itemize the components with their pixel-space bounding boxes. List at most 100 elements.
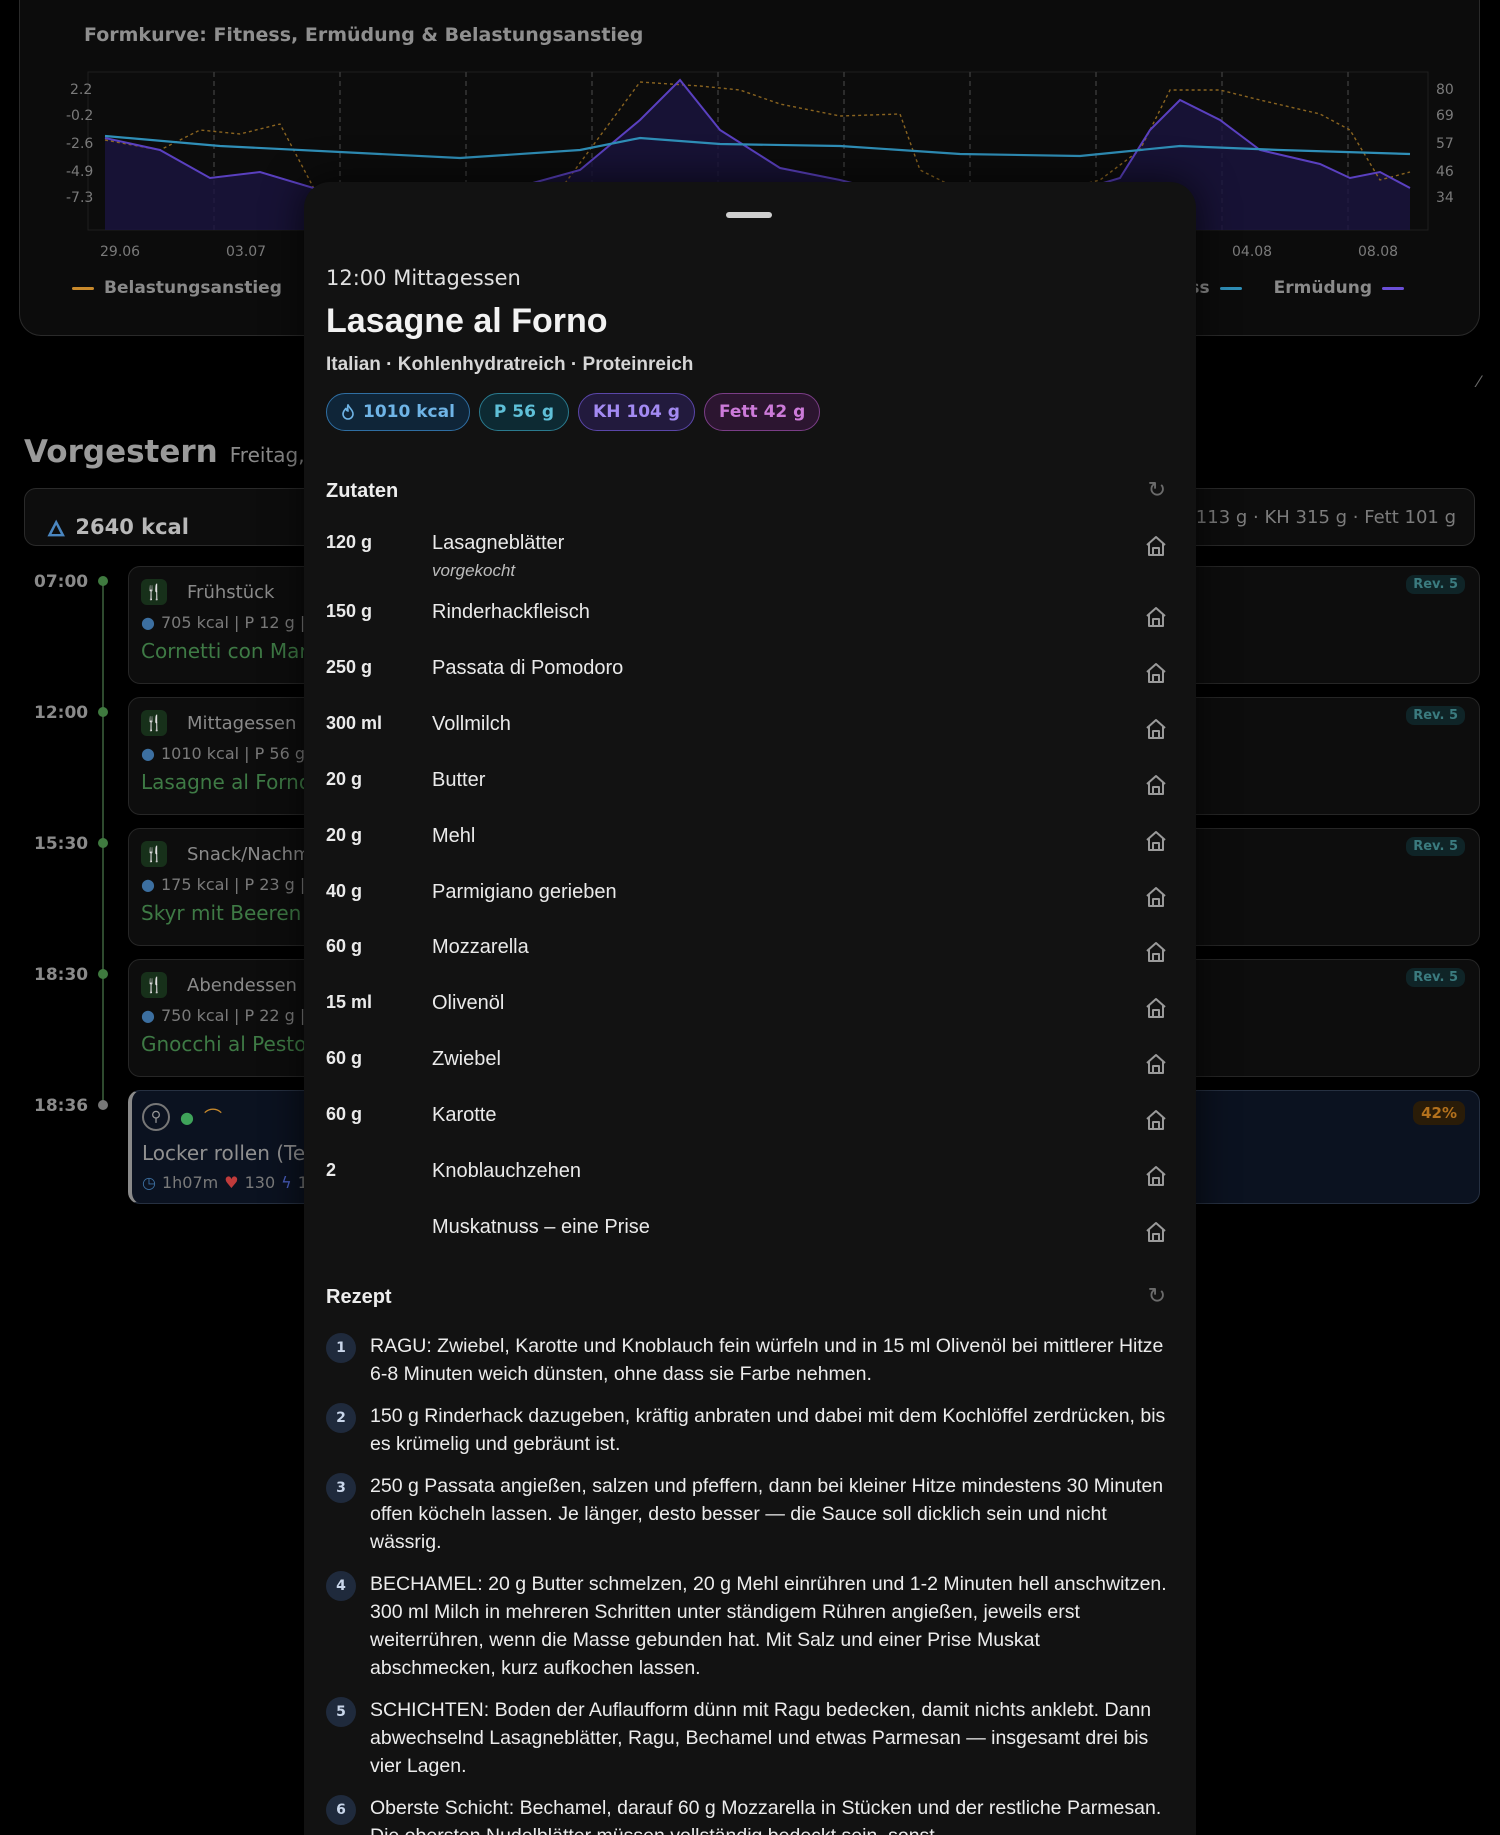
pepper-icon: ⌒ bbox=[203, 1108, 222, 1129]
meal-macros: ● 175 kcal | P 23 g | K bbox=[141, 875, 321, 894]
home-pantry-icon[interactable] bbox=[1144, 717, 1168, 741]
bike-icon: ⚲ bbox=[142, 1103, 170, 1131]
meal-type: Abendessen bbox=[187, 975, 297, 996]
summary-macros: P 113 g · KH 315 g · Fett 101 g bbox=[1179, 507, 1456, 528]
workout-name: Locker rollen (Tes bbox=[142, 1141, 316, 1165]
chart-title: Formkurve: Fitness, Ermüdung & Belastung… bbox=[84, 24, 644, 46]
timeline-dot bbox=[98, 1100, 108, 1110]
carbs-pill: KH 104 g bbox=[578, 393, 695, 431]
ingredient-name: Knoblauchzehen bbox=[432, 1160, 582, 1182]
home-pantry-icon[interactable] bbox=[1144, 829, 1168, 853]
timeline-dot bbox=[98, 707, 108, 717]
workout-hr: 130 bbox=[244, 1173, 276, 1192]
y-left-tick: -2.6 bbox=[66, 136, 93, 152]
step-text: 150 g Rinderhack dazugeben, kräftig anbr… bbox=[370, 1405, 1166, 1455]
home-pantry-icon[interactable] bbox=[1144, 1220, 1168, 1244]
summary-kcal-value: 2640 kcal bbox=[75, 514, 189, 539]
step-number: 1 bbox=[326, 1333, 356, 1363]
resize-handle-icon[interactable]: ⁄ bbox=[1477, 372, 1480, 391]
meal-macros: ● 750 kcal | P 22 g | K bbox=[141, 1006, 321, 1025]
macro-pills: 1010 kcal P 56 g KH 104 g Fett 42 g bbox=[326, 393, 821, 431]
revision-badge: Rev. 5 bbox=[1406, 837, 1465, 856]
fork-knife-icon: 🍴 bbox=[141, 579, 167, 605]
step-text: BECHAMEL: 20 g Butter schmelzen, 20 g Me… bbox=[370, 1573, 1167, 1679]
step-number: 5 bbox=[326, 1697, 356, 1727]
home-pantry-icon[interactable] bbox=[1144, 885, 1168, 909]
home-pantry-icon[interactable] bbox=[1144, 996, 1168, 1020]
refresh-icon[interactable]: ↻ bbox=[1148, 478, 1166, 503]
step-number: 2 bbox=[326, 1403, 356, 1433]
meal-macros-text: 1010 kcal | P 56 g | bbox=[160, 744, 316, 763]
workout-icons: ⚲ ● ⌒ bbox=[142, 1103, 222, 1131]
ingredient-quantity: 300 ml bbox=[326, 713, 383, 733]
revision-badge: Rev. 5 bbox=[1406, 575, 1465, 594]
home-pantry-icon[interactable] bbox=[1144, 534, 1168, 558]
ingredient-quantity: 40 g bbox=[326, 881, 363, 901]
meal-title: Lasagne al Forno bbox=[326, 302, 608, 340]
fork-knife-icon: 🍴 bbox=[141, 972, 167, 998]
step-text: SCHICHTEN: Boden der Auflaufform dünn mi… bbox=[370, 1699, 1152, 1777]
meal-name: Lasagne al Forno bbox=[141, 770, 312, 794]
y-right-tick: 46 bbox=[1436, 164, 1454, 180]
flame-icon: ● bbox=[141, 744, 155, 763]
timeline-time: 12:00 bbox=[34, 703, 89, 723]
home-pantry-icon[interactable] bbox=[1144, 773, 1168, 797]
ingredient-quantity: 15 ml bbox=[326, 992, 373, 1012]
ingredients-heading: Zutaten bbox=[326, 480, 399, 502]
ingredient-name: Vollmilch bbox=[432, 713, 511, 735]
step-number: 4 bbox=[326, 1571, 356, 1601]
home-pantry-icon[interactable] bbox=[1144, 1164, 1168, 1188]
step-text: Oberste Schicht: Bechamel, darauf 60 g M… bbox=[370, 1797, 1162, 1835]
x-tick: 08.08 bbox=[1358, 244, 1398, 260]
workout-percent-badge: 42% bbox=[1413, 1101, 1465, 1125]
ingredient-name: Mozzarella bbox=[432, 936, 529, 958]
step-text: 250 g Passata angießen, salzen und pfeff… bbox=[370, 1475, 1164, 1553]
flame-icon: ● bbox=[141, 1006, 155, 1025]
home-pantry-icon[interactable] bbox=[1144, 661, 1168, 685]
timeline-time: 18:30 bbox=[34, 965, 89, 985]
home-pantry-icon[interactable] bbox=[1144, 1108, 1168, 1132]
revision-badge: Rev. 5 bbox=[1406, 706, 1465, 725]
ingredient-name: Parmigiano gerieben bbox=[432, 881, 617, 903]
summary-kcal: 🜂 2640 kcal bbox=[47, 505, 189, 548]
flame-icon: 🜂 bbox=[47, 517, 66, 541]
y-left-tick: -4.9 bbox=[66, 164, 93, 180]
home-pantry-icon[interactable] bbox=[1144, 605, 1168, 629]
y-right-tick: 34 bbox=[1436, 190, 1454, 206]
ingredient-name: Rinderhackfleisch bbox=[432, 601, 590, 623]
ingredient-name: Muskatnuss – eine Prise bbox=[432, 1216, 650, 1238]
legend-label: Belastungsanstieg bbox=[104, 278, 282, 298]
day-title: Vorgestern bbox=[24, 434, 218, 470]
ingredient-quantity: 120 g bbox=[326, 532, 373, 552]
legend-belastung: Belastungsanstieg bbox=[72, 278, 282, 298]
meal-tags: Italian · Kohlenhydratreich · Proteinrei… bbox=[326, 354, 694, 375]
ingredient-name: Zwiebel bbox=[432, 1048, 501, 1070]
ingredient-quantity: 250 g bbox=[326, 657, 373, 677]
home-pantry-icon[interactable] bbox=[1144, 1052, 1168, 1076]
sheet-grabber[interactable] bbox=[726, 212, 772, 218]
ingredient-name: Karotte bbox=[432, 1104, 497, 1126]
ingredient-quantity: 150 g bbox=[326, 601, 373, 621]
meal-type: Snack/Nachm bbox=[187, 844, 311, 865]
step-number: 3 bbox=[326, 1473, 356, 1503]
meal-name: Cornetti con Marr bbox=[141, 639, 316, 663]
y-left-tick: -0.2 bbox=[66, 108, 93, 124]
ingredient-quantity: 20 g bbox=[326, 769, 363, 789]
home-pantry-icon[interactable] bbox=[1144, 940, 1168, 964]
meal-type: Frühstück bbox=[187, 582, 275, 603]
step-number: 6 bbox=[326, 1795, 356, 1825]
meal-macros: ● 705 kcal | P 12 g | K bbox=[141, 613, 321, 632]
day-header: Vorgestern Freitag, 7. bbox=[24, 434, 330, 470]
meal-name: Skyr mit Beeren bbox=[141, 901, 302, 925]
timeline-dot bbox=[98, 838, 108, 848]
timeline-time: 07:00 bbox=[34, 572, 89, 592]
flame-icon: ● bbox=[141, 613, 155, 632]
timeline-dot bbox=[98, 576, 108, 586]
refresh-icon[interactable]: ↻ bbox=[1148, 1284, 1166, 1309]
legend-swatch bbox=[1382, 286, 1404, 290]
step-text: RAGU: Zwiebel, Karotte und Knoblauch fei… bbox=[370, 1335, 1164, 1385]
y-left-tick: -7.3 bbox=[66, 190, 93, 206]
heart-icon: ♥ bbox=[224, 1173, 239, 1192]
meal-macros-text: 175 kcal | P 23 g | K bbox=[160, 875, 321, 894]
meal-name: Gnocchi al Pesto ( bbox=[141, 1032, 321, 1056]
